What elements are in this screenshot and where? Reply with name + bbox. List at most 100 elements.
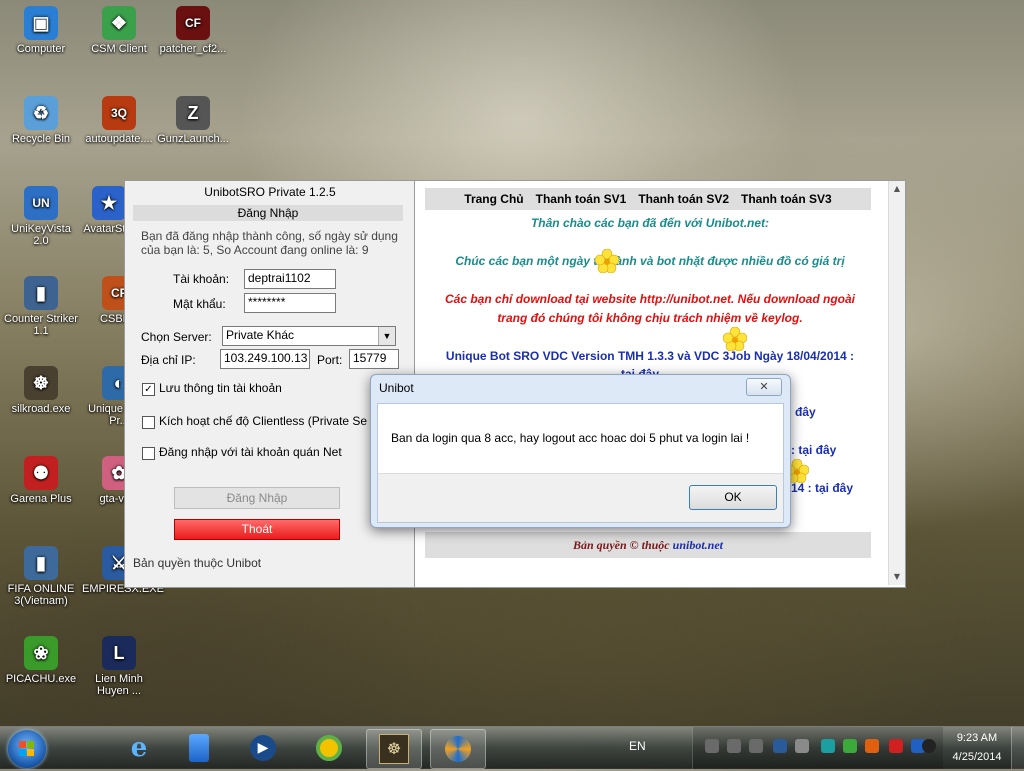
warning-text-1: Các bạn chỉ download tại website http://… xyxy=(445,292,855,306)
desktop-shortcut[interactable]: ▮ Counter Striker 1.1 xyxy=(4,276,78,337)
clientless-checkbox[interactable] xyxy=(142,416,155,429)
start-button[interactable] xyxy=(8,730,46,768)
garena-plus-icon: ⚉ xyxy=(24,456,58,490)
taskbar-unibot[interactable] xyxy=(430,729,486,769)
net-account-checkbox[interactable] xyxy=(142,447,155,460)
desktop-shortcut-label: Lien Minh Huyen ... xyxy=(95,673,143,697)
port-label: Port: xyxy=(317,353,343,367)
server-label: Chọn Server: xyxy=(141,330,212,344)
partial-link-3[interactable]: 14 : tại đây xyxy=(791,481,853,495)
account-label: Tài khoản: xyxy=(173,272,230,286)
unikey-icon: UN xyxy=(24,186,58,220)
desktop-shortcut[interactable]: ▣ Computer xyxy=(4,6,78,55)
flower-icon xyxy=(723,327,747,351)
web-nav-bar: Trang Chủ Thanh toán SV1 Thanh toán SV2 … xyxy=(425,188,871,210)
clock[interactable]: 9:23 AM 4/25/2014 xyxy=(944,731,1010,765)
exit-button[interactable]: Thoát xyxy=(174,519,340,540)
silkroad-icon: ☸ xyxy=(379,734,409,764)
folder-icon xyxy=(189,734,209,762)
nav-link-home[interactable]: Trang Chủ xyxy=(464,192,523,206)
account-input[interactable]: deptrai1102 xyxy=(244,269,336,289)
taskbar-media-player[interactable]: ▶ xyxy=(236,729,290,767)
desktop-shortcut-label: patcher_cf2... xyxy=(159,43,227,55)
window-title: UnibotSRO Private 1.2.5 xyxy=(204,185,336,199)
tray-volume-icon[interactable] xyxy=(922,739,936,753)
desktop-shortcut[interactable]: 3Q autoupdate.... xyxy=(82,96,156,145)
desktop-shortcut[interactable]: ☸ silkroad.exe xyxy=(4,366,78,415)
fifa-online-icon: ▮ xyxy=(24,546,58,580)
desktop-shortcut-label: FIFA ONLINE 3(Vietnam) xyxy=(7,583,75,607)
show-desktop-button[interactable] xyxy=(1011,727,1024,769)
windows-logo-icon xyxy=(19,741,34,756)
desktop-shortcut[interactable]: Z GunzLaunch... xyxy=(156,96,230,145)
clock-date: 4/25/2014 xyxy=(952,751,1002,763)
language-indicator[interactable]: EN xyxy=(629,739,646,753)
tray-app-icon[interactable] xyxy=(795,739,809,753)
tray-app-icon[interactable] xyxy=(749,739,763,753)
scroll-up-icon[interactable]: ▲ xyxy=(889,181,905,197)
clock-time: 9:23 AM xyxy=(956,732,998,744)
scroll-down-icon[interactable]: ▼ xyxy=(889,569,905,585)
port-input[interactable]: 15779 xyxy=(349,349,399,369)
nav-link-sv3[interactable]: Thanh toán SV3 xyxy=(741,192,832,206)
dialog-title: Unibot xyxy=(379,381,414,395)
save-account-checkbox[interactable]: ✓ xyxy=(142,383,155,396)
copyright-text: Bản quyền thuộc Unibot xyxy=(133,556,262,570)
desktop-shortcut[interactable]: L Lien Minh Huyen ... xyxy=(82,636,156,697)
computer-icon: ▣ xyxy=(24,6,58,40)
dialog-message: Ban da login qua 8 acc, hay logout acc h… xyxy=(391,431,750,445)
desktop-shortcut[interactable]: CF patcher_cf2... xyxy=(156,6,230,55)
desktop-shortcut[interactable]: UN UniKeyVista 2.0 xyxy=(4,186,78,247)
desktop-shortcut-label: Garena Plus xyxy=(10,493,72,505)
ok-button[interactable]: OK xyxy=(689,485,777,510)
desktop-shortcut-label: UniKeyVista 2.0 xyxy=(11,223,71,247)
desktop-shortcut[interactable]: ❖ CSM Client xyxy=(82,6,156,55)
tray-app-icon[interactable] xyxy=(727,739,741,753)
tray-monitor-icon[interactable] xyxy=(773,739,787,753)
league-icon: L xyxy=(102,636,136,670)
internet-explorer-icon: e xyxy=(130,733,148,763)
tray-chat-icon[interactable] xyxy=(843,739,857,753)
tray-app-icon[interactable] xyxy=(705,739,719,753)
desktop-shortcut[interactable]: ❀ PICACHU.exe xyxy=(4,636,78,685)
footer-link[interactable]: unibot.net xyxy=(673,538,723,552)
taskbar-internet-explorer[interactable]: e xyxy=(112,729,166,767)
server-select[interactable]: Private Khác ▼ xyxy=(222,326,396,346)
crossfire-patcher-icon: CF xyxy=(176,6,210,40)
taskbar-file-explorer[interactable] xyxy=(172,729,226,767)
password-label: Mật khẩu: xyxy=(173,297,226,311)
version-text: Unique Bot SRO VDC Version TMH 1.3.3 và … xyxy=(445,349,855,363)
tray-link-icon[interactable] xyxy=(865,739,879,753)
scrollbar[interactable]: ▲ ▼ xyxy=(888,181,905,585)
section-header: Đăng Nhập xyxy=(133,205,403,221)
chevron-down-icon[interactable]: ▼ xyxy=(378,327,395,345)
footer-copyright: Bản quyền © thuộc xyxy=(572,538,673,552)
system-tray xyxy=(692,727,943,769)
ip-input[interactable]: 103.249.100.13 xyxy=(220,349,310,369)
partial-link-1[interactable]: đây xyxy=(795,405,816,419)
net-account-label: Đăng nhập với tài khoản quán Net xyxy=(159,445,342,459)
save-account-label: Lưu thông tin tài khoản xyxy=(159,381,282,395)
taskbar-silkroad[interactable]: ☸ xyxy=(366,729,422,769)
password-input[interactable]: ******** xyxy=(244,293,336,313)
desktop-shortcut[interactable]: ▮ FIFA ONLINE 3(Vietnam) xyxy=(4,546,78,607)
login-button[interactable]: Đăng Nhập xyxy=(174,487,340,509)
counter-strike-icon: ▮ xyxy=(24,276,58,310)
recycle-bin-icon: ♻ xyxy=(24,96,58,130)
partial-link-2[interactable]: : tại đây xyxy=(791,443,836,457)
media-player-icon: ▶ xyxy=(250,735,276,761)
taskbar-coccoc[interactable] xyxy=(302,729,356,767)
desktop-shortcut[interactable]: ♻ Recycle Bin xyxy=(4,96,78,145)
silkroad-icon: ☸ xyxy=(24,366,58,400)
tray-flag-icon[interactable] xyxy=(889,739,903,753)
close-icon: ✕ xyxy=(759,380,769,393)
nav-link-sv1[interactable]: Thanh toán SV1 xyxy=(536,192,627,206)
picachu-icon: ❀ xyxy=(24,636,58,670)
dialog-close-button[interactable]: ✕ xyxy=(746,378,782,396)
csm-client-icon: ❖ xyxy=(102,6,136,40)
coccoc-browser-icon xyxy=(316,735,342,761)
desktop-shortcut-label: GunzLaunch... xyxy=(157,133,229,145)
desktop-shortcut[interactable]: ⚉ Garena Plus xyxy=(4,456,78,505)
nav-link-sv2[interactable]: Thanh toán SV2 xyxy=(638,192,729,206)
tray-network-icon[interactable] xyxy=(821,739,835,753)
